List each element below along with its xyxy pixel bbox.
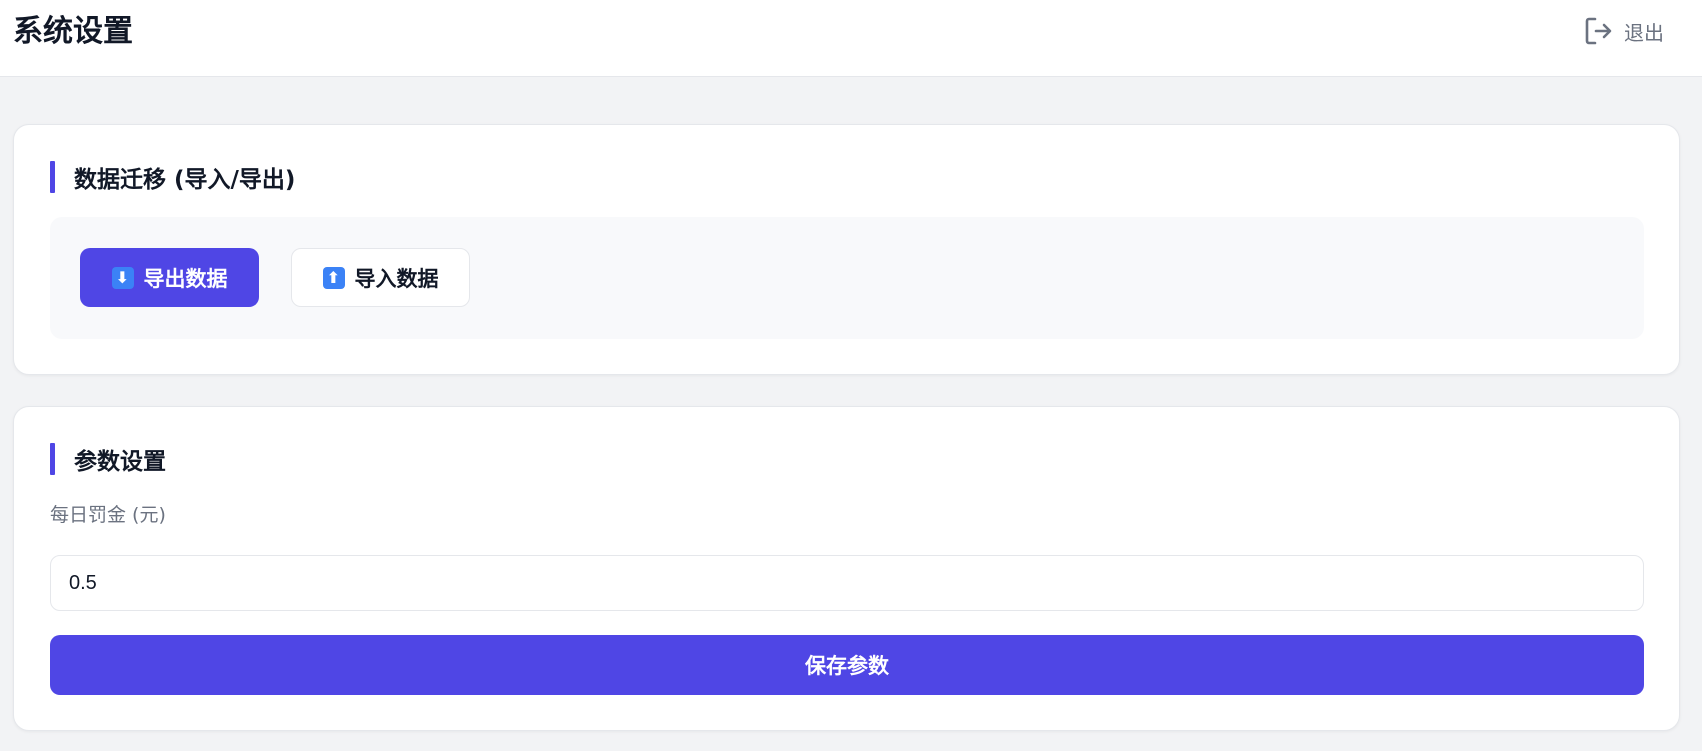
migration-button-area: ⬇ 导出数据 ⬆ 导入数据: [50, 217, 1644, 339]
parameter-settings-title: 参数设置: [74, 449, 166, 475]
down-arrow-icon: ⬇: [111, 266, 134, 289]
top-bar: 系统设置 退出: [0, 0, 1702, 77]
parameter-settings-heading: 参数设置: [50, 443, 166, 475]
import-data-button[interactable]: ⬆ 导入数据: [291, 248, 470, 307]
up-arrow-icon: ⬆: [322, 266, 345, 289]
data-migration-heading: 数据迁移 (导入/导出): [50, 161, 295, 193]
save-parameters-button[interactable]: 保存参数: [50, 635, 1644, 695]
daily-fine-input[interactable]: [50, 555, 1644, 611]
logout-label: 退出: [1624, 20, 1664, 45]
export-data-label: 导出数据: [143, 266, 228, 291]
logout-icon: [1584, 16, 1612, 46]
export-data-button[interactable]: ⬇ 导出数据: [80, 248, 259, 307]
section-accent-bar: [50, 443, 55, 475]
daily-fine-label: 每日罚金 (元): [50, 504, 166, 526]
import-data-label: 导入数据: [354, 266, 439, 291]
section-accent-bar: [50, 161, 55, 193]
logout-button[interactable]: 退出: [1584, 14, 1664, 48]
data-migration-title: 数据迁移 (导入/导出): [74, 167, 296, 193]
page-title: 系统设置: [13, 14, 133, 49]
data-migration-card: 数据迁移 (导入/导出) ⬇ 导出数据 ⬆ 导入数据: [13, 124, 1680, 375]
parameter-settings-card: 参数设置 每日罚金 (元) 保存参数: [13, 406, 1680, 731]
